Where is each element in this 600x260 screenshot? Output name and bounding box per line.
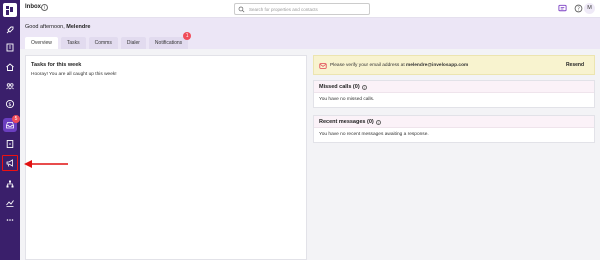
- verify-text: Please verify your email address at: [330, 63, 405, 68]
- top-bar: Inbox i ? M: [20, 0, 600, 18]
- tab-label: Tasks: [66, 40, 80, 46]
- info-icon[interactable]: i: [41, 4, 48, 11]
- greeting-name: Melendre: [66, 24, 91, 30]
- tab-overview[interactable]: Overview: [25, 37, 58, 49]
- recent-messages-body: You have no recent messages awaiting a r…: [314, 128, 594, 142]
- missed-calls-card: Missed calls (0) i You have no missed ca…: [313, 80, 595, 108]
- recent-messages-title-wrap: Recent messages (0) i: [319, 119, 381, 125]
- greeting-prefix: Good afternoon,: [25, 24, 65, 30]
- resend-button[interactable]: Resend: [566, 62, 584, 68]
- tab-notifications[interactable]: Notifications 1: [148, 32, 192, 49]
- missed-calls-header: Missed calls (0) i: [314, 81, 594, 93]
- tab-dialer[interactable]: Dialer: [120, 37, 146, 49]
- search-box[interactable]: [234, 3, 370, 15]
- building-icon[interactable]: [3, 40, 17, 54]
- sidebar: $ 5: [0, 0, 20, 260]
- verify-email-banner: Please verify your email address at mele…: [313, 55, 595, 75]
- missed-calls-body: You have no missed calls.: [314, 93, 594, 107]
- people-icon[interactable]: [3, 79, 17, 93]
- tab-label: Comms: [94, 40, 112, 46]
- missed-calls-title: Missed calls (0): [319, 84, 360, 90]
- search-input[interactable]: [249, 5, 367, 14]
- help-icon[interactable]: ?: [574, 4, 583, 13]
- search-icon: [238, 6, 245, 13]
- missed-calls-title-wrap: Missed calls (0) i: [319, 84, 367, 90]
- more-icon[interactable]: [3, 213, 17, 227]
- campaign-icon[interactable]: [3, 196, 17, 210]
- verify-message: Please verify your email address at mele…: [330, 63, 468, 68]
- tasks-empty-text: Hooray! You are all caught up this week!: [31, 72, 117, 77]
- notifications-badge: 1: [183, 32, 192, 40]
- mail-alert-icon: [319, 63, 327, 69]
- document-icon[interactable]: [3, 137, 17, 151]
- tab-comms[interactable]: Comms: [88, 37, 118, 49]
- tasks-panel: Tasks for this week Hooray! You are all …: [25, 55, 307, 260]
- user-avatar[interactable]: M: [584, 3, 595, 14]
- info-icon[interactable]: i: [375, 119, 381, 125]
- dollar-icon[interactable]: $: [3, 97, 17, 111]
- main-content: Tasks for this week Hooray! You are all …: [20, 49, 600, 260]
- verify-email: melendre@invelosapp.com: [406, 63, 469, 68]
- recent-messages-card: Recent messages (0) i You have no recent…: [313, 115, 595, 143]
- rocket-icon[interactable]: [3, 23, 17, 37]
- svg-text:$: $: [8, 102, 11, 108]
- recent-messages-title: Recent messages (0): [319, 119, 374, 125]
- info-icon[interactable]: i: [361, 84, 367, 90]
- annotation-arrow: [24, 160, 68, 168]
- chat-icon[interactable]: [558, 4, 567, 13]
- tab-tasks[interactable]: Tasks: [60, 37, 86, 49]
- tab-bar: Overview Tasks Comms Dialer Notification…: [25, 32, 192, 49]
- tab-label: Notifications: [154, 40, 183, 46]
- missed-calls-empty-text: You have no missed calls.: [319, 97, 375, 102]
- app-logo[interactable]: [3, 3, 17, 17]
- tab-label: Dialer: [126, 40, 140, 46]
- tasks-title: Tasks for this week: [31, 62, 82, 68]
- tab-label: Overview: [31, 40, 52, 46]
- header-band: Good afternoon, Melendre Overview Tasks …: [20, 18, 600, 49]
- org-chart-icon[interactable]: [3, 177, 17, 191]
- inbox-icon[interactable]: 5: [3, 115, 20, 132]
- page-title: Inbox: [25, 4, 41, 10]
- megaphone-icon[interactable]: [2, 155, 18, 171]
- recent-messages-header: Recent messages (0) i: [314, 116, 594, 128]
- svg-text:?: ?: [577, 6, 580, 12]
- recent-messages-empty-text: You have no recent messages awaiting a r…: [319, 132, 429, 137]
- inbox-badge: 5: [12, 115, 20, 123]
- home-icon[interactable]: [3, 60, 17, 74]
- greeting: Good afternoon, Melendre: [25, 24, 90, 30]
